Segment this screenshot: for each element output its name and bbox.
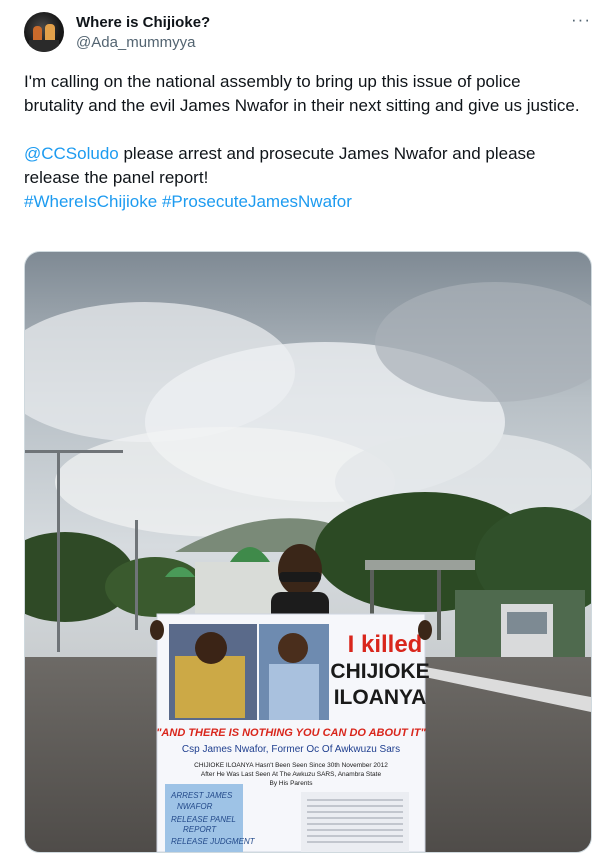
poster-photo-uniform [269, 664, 319, 720]
poster-detail: By His Parents [270, 780, 314, 787]
sunglasses [279, 572, 321, 582]
hashtag-link[interactable]: #ProsecuteJamesNwafor [162, 192, 352, 211]
street-light [135, 520, 138, 630]
tweet-paragraph: I'm calling on the national assembly to … [24, 72, 580, 115]
person-hand [150, 620, 164, 640]
gate-post [437, 570, 441, 640]
tweet-photo[interactable]: I killed CHIJIOKE ILOANYA "AND THERE IS … [24, 251, 592, 853]
display-name[interactable]: Where is Chijioke? [76, 14, 210, 31]
poster-photo-face [278, 633, 308, 663]
poster-quote: "AND THERE IS NOTHING YOU CAN DO ABOUT I… [156, 727, 426, 739]
poster-handwriting: ARREST JAMES [170, 791, 233, 800]
poster-handwriting: REPORT [183, 825, 217, 834]
poster-handwriting: NWAFOR [177, 802, 213, 811]
poster-handwriting: RELEASE PANEL [171, 815, 236, 824]
poster-headline: I killed [348, 631, 423, 658]
booth-window [507, 612, 547, 634]
poster-attribution: Csp James Nwafor, Former Oc Of Awkwuzu S… [182, 744, 400, 755]
poster-headline: ILOANYA [334, 686, 427, 709]
hashtag-link[interactable]: #WhereIsChijioke [24, 192, 157, 211]
user-handle[interactable]: @Ada_mummyya [76, 34, 195, 51]
street-light-arm [25, 450, 123, 453]
mention-link[interactable]: @CCSoludo [24, 144, 119, 163]
tweet-paragraph: @CCSoludo please arrest and prosecute Ja… [24, 142, 584, 190]
more-options-icon[interactable]: ··· [570, 11, 592, 34]
gate-canopy [365, 560, 475, 570]
street-light [57, 452, 60, 652]
person-hand [418, 620, 432, 640]
tweet-header: Where is Chijioke? @Ada_mummyya ··· [24, 11, 594, 56]
tweet-text: I'm calling on the national assembly to … [24, 70, 584, 214]
photo-scene: I killed CHIJIOKE ILOANYA "AND THERE IS … [25, 252, 591, 852]
poster-detail: CHIJIOKE ILOANYA Hasn't Been Seen Since … [194, 762, 388, 769]
poster-fine-print [301, 792, 409, 852]
poster-detail: After He Was Last Seen At The Awkuzu SAR… [201, 771, 382, 778]
poster-photo-face [195, 632, 227, 664]
poster-photo-shirt [175, 656, 245, 718]
poster-handwriting: RELEASE JUDGMENT [171, 837, 256, 846]
poster-headline: CHIJIOKE [330, 660, 429, 683]
trees [105, 557, 205, 617]
avatar-ground [29, 40, 59, 52]
hashtag-line: #WhereIsChijioke #ProsecuteJamesNwafor [24, 190, 584, 214]
person-head [278, 544, 322, 596]
avatar[interactable] [24, 12, 64, 52]
